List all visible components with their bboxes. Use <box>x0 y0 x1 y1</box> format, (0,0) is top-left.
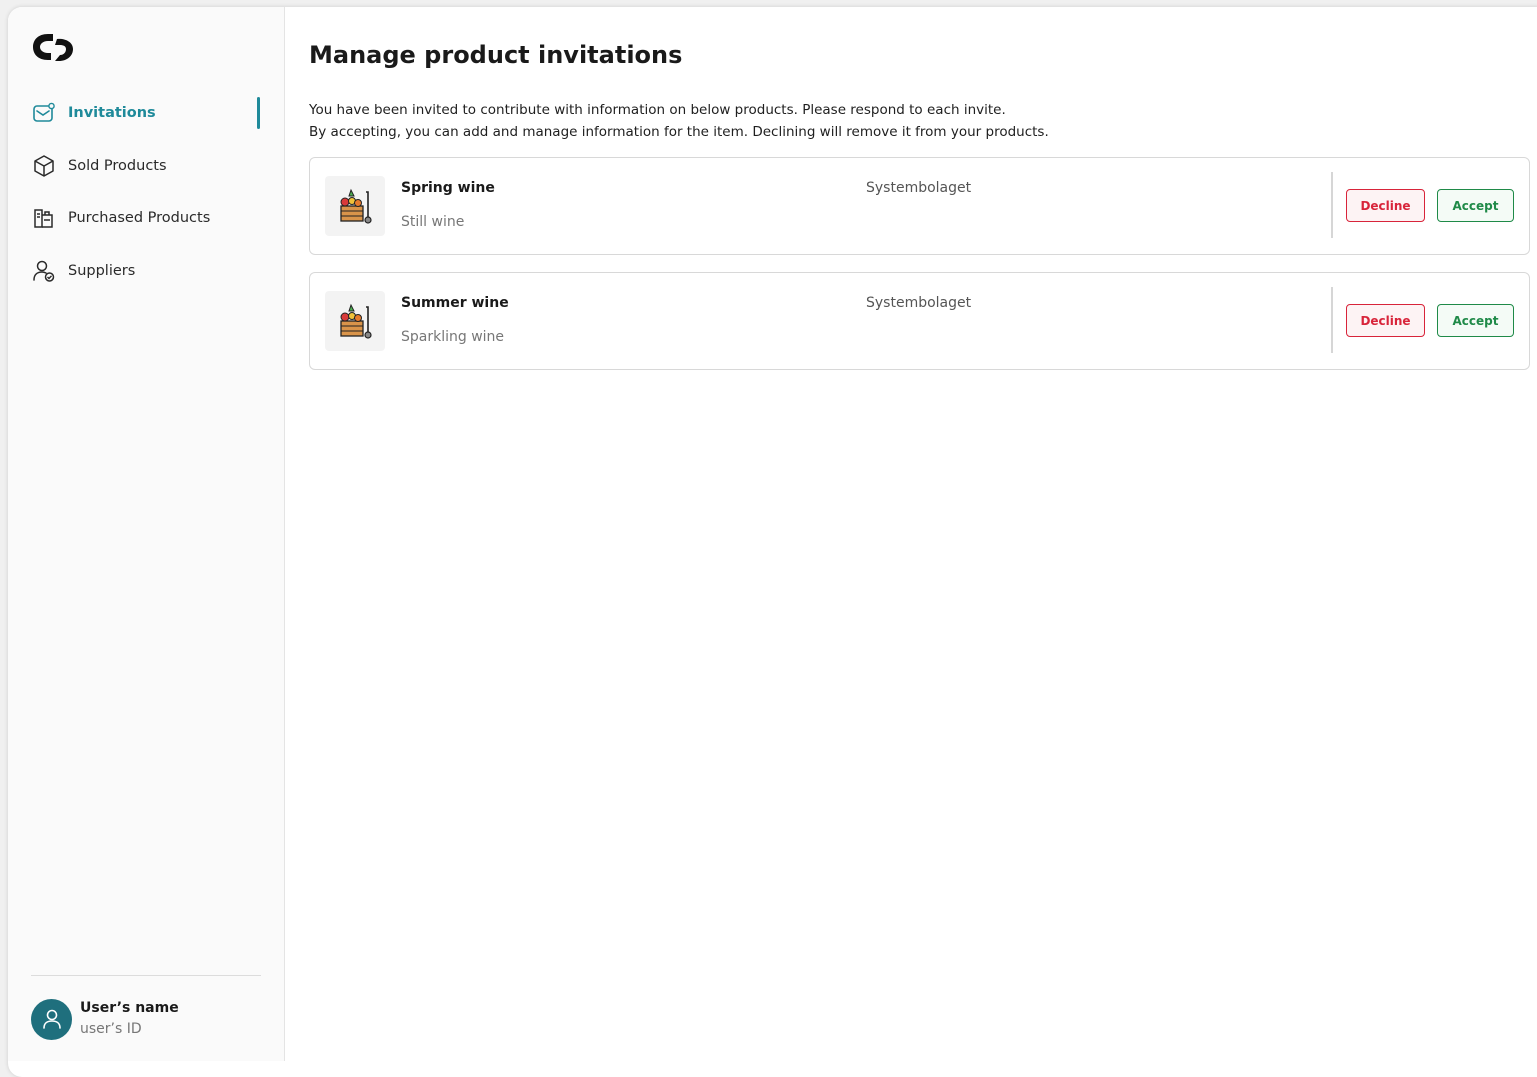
page-title: Manage product invitations <box>309 41 683 69</box>
accept-button[interactable]: Accept <box>1437 304 1514 337</box>
product-type: Sparkling wine <box>401 329 505 345</box>
user-icon <box>42 1009 61 1029</box>
user-id: user’s ID <box>80 1021 142 1037</box>
avatar <box>31 998 72 1040</box>
sidebar-item-label: Sold Products <box>68 157 167 174</box>
user-name: User’s name <box>80 1000 179 1016</box>
product-thumbnail <box>325 176 385 236</box>
purchased-icon <box>34 209 53 228</box>
decline-button[interactable]: Decline <box>1346 189 1425 222</box>
user-group-icon <box>33 260 55 282</box>
app-window: Invitations Sold Products Purchased Prod… <box>8 7 1537 1077</box>
supplier-name: Systembolaget <box>866 295 972 311</box>
page-description: You have been invited to contribute with… <box>309 100 1409 143</box>
sidebar-divider <box>31 975 261 976</box>
sidebar-item-label: Purchased Products <box>68 210 211 226</box>
sidebar-item-sold-products[interactable]: Sold Products <box>8 146 284 186</box>
sidebar-item-invitations[interactable]: Invitations <box>8 93 284 133</box>
sidebar-nav: Invitations Sold Products Purchased Prod… <box>8 93 284 303</box>
product-crate-icon <box>340 188 372 224</box>
product-type: Still wine <box>401 214 465 230</box>
supplier-name: Systembolaget <box>866 180 972 196</box>
sidebar-item-purchased-products[interactable]: Purchased Products <box>8 198 284 238</box>
decline-button[interactable]: Decline <box>1346 304 1425 337</box>
sidebar-item-label: Suppliers <box>68 262 136 279</box>
box-icon <box>34 154 54 177</box>
product-name: Summer wine <box>401 295 509 311</box>
sidebar-item-suppliers[interactable]: Suppliers <box>8 251 284 291</box>
user-profile[interactable]: User’s name user’s ID <box>31 998 179 1040</box>
accept-button[interactable]: Accept <box>1437 189 1514 222</box>
card-divider <box>1331 287 1333 353</box>
description-line: By accepting, you can add and manage inf… <box>309 123 1049 140</box>
sidebar: Invitations Sold Products Purchased Prod… <box>8 7 285 1061</box>
description-line: You have been invited to contribute with… <box>309 102 1006 118</box>
product-name: Spring wine <box>401 180 495 196</box>
card-divider <box>1331 172 1333 238</box>
main-content: Manage product invitations You have been… <box>285 7 1537 1077</box>
app-logo[interactable] <box>31 30 77 64</box>
mail-icon <box>33 102 55 122</box>
sidebar-item-label: Invitations <box>68 105 156 121</box>
product-thumbnail <box>325 291 385 351</box>
product-crate-icon <box>340 303 372 339</box>
invitation-card: Summer wine Sparkling wine Systembolaget… <box>309 272 1530 370</box>
invitation-card: Spring wine Still wine Systembolaget Dec… <box>309 157 1530 255</box>
